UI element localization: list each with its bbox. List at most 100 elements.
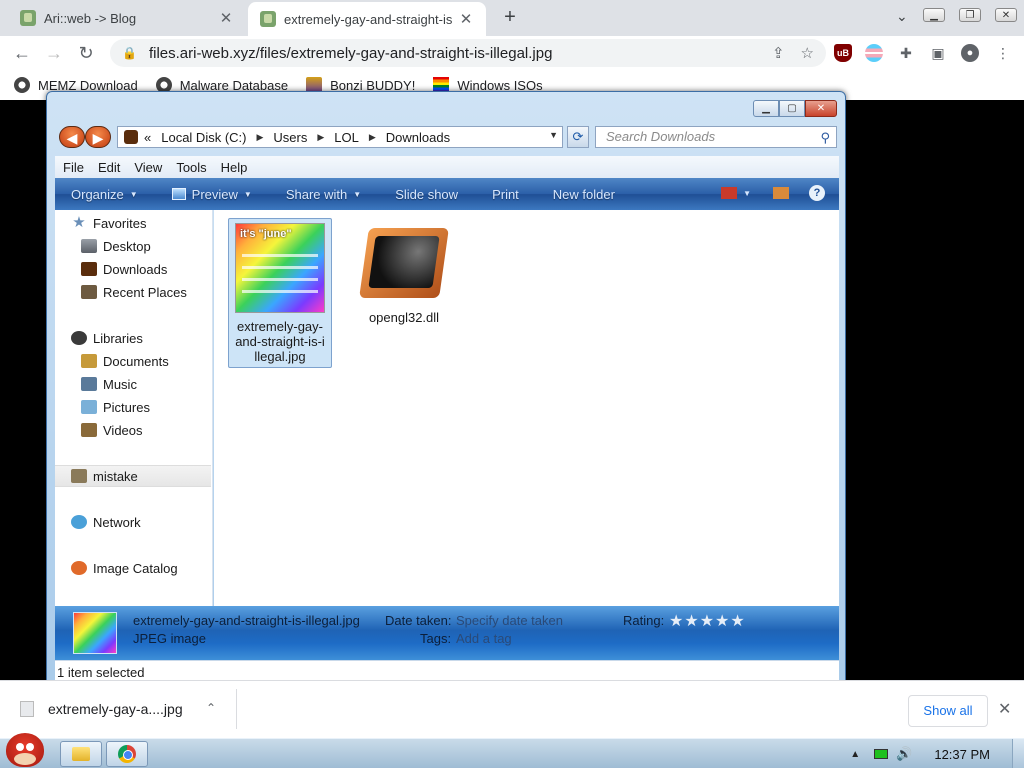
- share-with-button[interactable]: Share with ▼: [286, 187, 361, 202]
- organize-button[interactable]: Organize ▼: [71, 187, 138, 202]
- chevron-right-icon[interactable]: ▶: [317, 132, 324, 143]
- address-bar[interactable]: 🔒 files.ari-web.xyz/files/extremely-gay-…: [110, 39, 826, 67]
- extensions-puzzle-icon[interactable]: ✚: [897, 44, 915, 62]
- breadcrumb-local-disk[interactable]: Local Disk (C:): [161, 130, 246, 145]
- file-list: it's "june" extremely-gay- and-straight-…: [214, 210, 839, 606]
- breadcrumb-users[interactable]: Users: [273, 130, 307, 145]
- nav-image-catalog[interactable]: Image Catalog: [71, 557, 227, 579]
- profile-avatar-icon[interactable]: ●: [961, 44, 979, 62]
- breadcrumb-downloads[interactable]: Downloads: [386, 130, 450, 145]
- details-filename: extremely-gay-and-straight-is-illegal.jp…: [133, 613, 360, 628]
- breadcrumb-lol[interactable]: LOL: [334, 130, 359, 145]
- chevron-up-icon[interactable]: ⌃: [206, 701, 216, 715]
- rating-label: Rating:: [623, 613, 665, 628]
- chevron-down-icon[interactable]: ⌄: [896, 8, 908, 25]
- show-desktop-button[interactable]: [1012, 739, 1024, 768]
- menu-file[interactable]: File: [63, 160, 84, 175]
- tab-blog[interactable]: Ari::web -> Blog ✕: [8, 0, 246, 36]
- battery-icon[interactable]: [874, 749, 889, 759]
- start-button[interactable]: [2, 731, 48, 768]
- explorer-minimize-button[interactable]: ▁: [753, 100, 779, 117]
- breadcrumb-overflow[interactable]: «: [144, 130, 151, 145]
- nav-libraries[interactable]: Libraries: [71, 327, 227, 349]
- close-icon[interactable]: ✕: [458, 10, 474, 28]
- ublock-origin-icon[interactable]: uB: [834, 44, 852, 62]
- bookmark-star-icon[interactable]: ☆: [801, 44, 814, 62]
- menu-help[interactable]: Help: [221, 160, 248, 175]
- share-icon[interactable]: ⇪: [772, 44, 785, 62]
- reload-button[interactable]: ↻: [74, 41, 98, 65]
- nav-mistake[interactable]: mistake: [55, 465, 211, 487]
- search-placeholder: Search Downloads: [606, 129, 716, 144]
- breadcrumb[interactable]: « Local Disk (C:) ▶ Users ▶ LOL ▶ Downlo…: [117, 126, 563, 148]
- refresh-button[interactable]: ⟳: [567, 126, 589, 148]
- back-button[interactable]: ←: [10, 41, 34, 65]
- thumbnail-caption: it's "june": [240, 228, 292, 240]
- minimize-button[interactable]: ▁: [916, 0, 952, 30]
- taskbar-chrome-button[interactable]: [106, 741, 148, 767]
- chevron-down-icon: ▼: [129, 189, 138, 199]
- new-tab-button[interactable]: +: [498, 6, 522, 30]
- bird-eye: [26, 743, 34, 751]
- explorer-maximize-button[interactable]: ▢: [779, 100, 805, 117]
- new-folder-button[interactable]: New folder: [553, 187, 615, 202]
- menu-tools[interactable]: Tools: [176, 160, 206, 175]
- thumbnail-text-line: [242, 278, 318, 281]
- explorer-back-button[interactable]: ◀: [59, 126, 85, 148]
- show-all-button[interactable]: Show all: [908, 695, 988, 727]
- preview-label: Preview: [191, 186, 238, 202]
- organize-label: Organize: [71, 186, 124, 202]
- network-icon: [71, 515, 87, 529]
- nav-label: Music: [103, 376, 137, 392]
- browser-toolbar: ← → ↻ 🔒 files.ari-web.xyz/files/extremel…: [0, 36, 1024, 70]
- show-hidden-icons-icon[interactable]: ▲: [850, 749, 860, 760]
- menu-edit[interactable]: Edit: [98, 160, 120, 175]
- side-panel-icon[interactable]: ▣: [929, 44, 947, 62]
- preview-pane-icon[interactable]: [773, 187, 789, 199]
- explorer-forward-button[interactable]: ▶: [85, 126, 111, 148]
- chevron-down-icon[interactable]: ▼: [549, 130, 558, 140]
- chevron-right-icon[interactable]: ▶: [256, 132, 263, 143]
- nav-label: Desktop: [103, 238, 151, 254]
- close-window-button[interactable]: ✕: [988, 0, 1024, 30]
- view-controls: ▼ ?: [707, 185, 825, 201]
- slide-show-button[interactable]: Slide show: [395, 187, 458, 202]
- bird-eye: [16, 743, 24, 751]
- preview-button[interactable]: Preview ▼: [171, 186, 252, 202]
- forward-button[interactable]: →: [42, 41, 66, 65]
- menu-view[interactable]: View: [134, 160, 162, 175]
- close-icon[interactable]: ✕: [218, 9, 234, 27]
- taskbar-explorer-button[interactable]: [60, 741, 102, 767]
- file-item-jpg[interactable]: it's "june" extremely-gay- and-straight-…: [228, 218, 332, 368]
- nav-label: Pictures: [103, 399, 150, 415]
- more-menu-icon[interactable]: ⋮: [994, 44, 1012, 62]
- search-input[interactable]: Search Downloads ⚲: [595, 126, 837, 148]
- downloads-icon: [81, 262, 97, 276]
- chevron-right-icon[interactable]: ▶: [369, 132, 376, 143]
- explorer-close-button[interactable]: ✕: [805, 100, 837, 117]
- clock[interactable]: 12:37 PM: [934, 747, 990, 762]
- help-icon[interactable]: ?: [809, 185, 825, 201]
- change-view-icon[interactable]: [721, 187, 738, 199]
- print-button[interactable]: Print: [492, 187, 519, 202]
- recent-places-icon: [81, 285, 97, 299]
- volume-icon[interactable]: 🔊: [896, 746, 912, 762]
- nav-label: Recent Places: [103, 284, 187, 300]
- tags-value[interactable]: Add a tag: [456, 631, 512, 646]
- close-shelf-icon[interactable]: ✕: [998, 699, 1011, 719]
- file-item-dll[interactable]: opengl32.dll: [352, 218, 456, 338]
- download-item[interactable]: extremely-gay-a....jpg: [20, 701, 183, 717]
- search-icon[interactable]: ⚲: [820, 128, 830, 148]
- nav-label: Libraries: [93, 330, 143, 346]
- restore-button[interactable]: ❐: [952, 0, 988, 30]
- date-taken-value[interactable]: Specify date taken: [456, 613, 563, 628]
- lock-icon[interactable]: 🔒: [122, 46, 137, 60]
- nav-network[interactable]: Network: [71, 511, 227, 533]
- nav-favorites[interactable]: ★ Favorites: [71, 212, 227, 234]
- desktop-icon: [81, 239, 97, 253]
- chevron-down-icon[interactable]: ▼: [743, 189, 751, 198]
- url-text[interactable]: files.ari-web.xyz/files/extremely-gay-an…: [149, 45, 756, 62]
- rating-stars[interactable]: ★★★★★: [669, 611, 746, 631]
- trans-flag-extension-icon[interactable]: [865, 44, 883, 62]
- tab-image[interactable]: extremely-gay-and-straight-is ✕: [248, 2, 486, 36]
